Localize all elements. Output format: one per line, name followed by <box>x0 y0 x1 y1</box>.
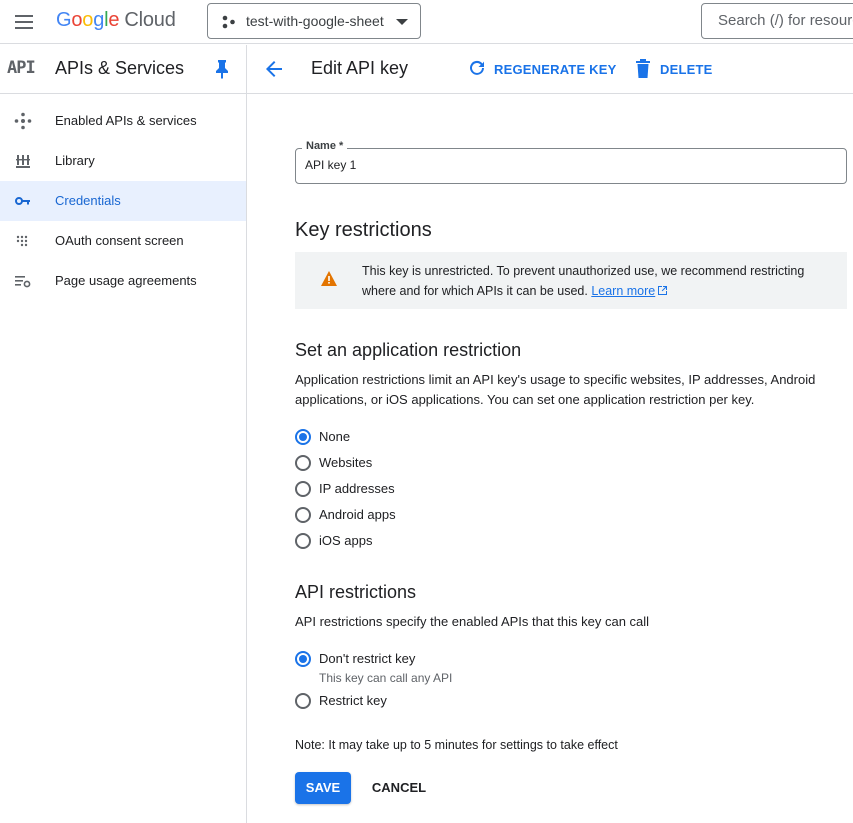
external-link-icon <box>658 286 668 295</box>
key-icon <box>15 197 30 205</box>
unrestricted-warning: This key is unrestricted. To prevent una… <box>295 252 847 309</box>
api-badge-icon: API <box>7 58 36 78</box>
app-restriction-heading: Set an application restriction <box>295 340 522 360</box>
sidebar-item-label: Enabled APIs & services <box>55 113 197 128</box>
consent-icon <box>16 235 28 247</box>
search-input[interactable] <box>718 12 853 29</box>
api-restrictions-description: API restrictions specify the enabled API… <box>295 614 650 629</box>
name-input[interactable] <box>305 158 825 172</box>
radio-button[interactable] <box>295 481 311 497</box>
settings-note: Note: It may take up to 5 minutes for se… <box>295 738 618 752</box>
sidebar-item-enabled-apis[interactable]: Enabled APIs & services <box>0 101 246 141</box>
sidebar-header: API APIs & Services <box>0 45 246 94</box>
page-header: Edit API key REGENERATE KEY DELETE <box>247 45 853 94</box>
key-restrictions-heading: Key restrictions <box>295 219 432 241</box>
radio-button[interactable] <box>295 651 311 667</box>
sidebar-item-page-usage[interactable]: Page usage agreements <box>0 261 246 301</box>
warning-text: This key is unrestricted. To prevent una… <box>362 264 805 298</box>
name-field-label: Name * <box>302 140 348 152</box>
radio-button[interactable] <box>295 455 311 471</box>
radio-button[interactable] <box>295 429 311 445</box>
api-restrictions-heading: API restrictions <box>295 582 417 602</box>
project-name: test-with-google-sheet <box>246 13 384 29</box>
trash-icon <box>636 59 650 78</box>
radio-button[interactable] <box>295 507 311 523</box>
sidebar: API APIs & Services Enabled APIs & servi… <box>0 45 247 823</box>
project-picker[interactable]: test-with-google-sheet <box>207 3 421 39</box>
pin-icon[interactable] <box>214 59 230 79</box>
save-button[interactable]: SAVE <box>295 772 351 804</box>
app-restriction-description: Application restrictions limit an API ke… <box>295 372 816 407</box>
library-icon <box>16 155 30 168</box>
radio-button[interactable] <box>295 693 311 709</box>
sidebar-item-label: Credentials <box>55 193 121 208</box>
name-field[interactable]: Name * <box>295 140 847 184</box>
warning-icon <box>321 271 337 286</box>
project-hub-icon <box>222 15 235 29</box>
delete-button[interactable]: DELETE <box>634 59 714 81</box>
page-title: Edit API key <box>311 58 409 78</box>
radio-helper-text: This key can call any API <box>319 671 453 685</box>
refresh-icon <box>470 60 484 75</box>
sidebar-item-oauth-consent[interactable]: OAuth consent screen <box>0 221 246 261</box>
sidebar-item-library[interactable]: Library <box>0 141 246 181</box>
radio-button[interactable] <box>295 533 311 549</box>
back-arrow-icon[interactable] <box>263 58 285 80</box>
sidebar-item-label: Page usage agreements <box>55 273 197 288</box>
sidebar-item-label: OAuth consent screen <box>55 233 184 248</box>
sidebar-item-credentials[interactable]: Credentials <box>0 181 246 221</box>
hamburger-menu-icon[interactable] <box>13 12 35 32</box>
sidebar-title: APIs & Services <box>55 58 185 78</box>
settings-list-icon <box>15 276 31 288</box>
top-app-bar: Google Cloud test-with-google-sheet <box>0 0 853 44</box>
chevron-down-icon <box>396 19 408 25</box>
cancel-button[interactable]: CANCEL <box>366 772 432 804</box>
search-box[interactable] <box>701 3 853 39</box>
google-cloud-logo[interactable]: Google Cloud <box>56 9 176 32</box>
regenerate-key-button[interactable]: REGENERATE KEY <box>468 59 616 81</box>
sidebar-item-label: Library <box>55 153 95 168</box>
learn-more-link[interactable]: Learn more <box>591 284 668 298</box>
hub-icon <box>14 112 32 130</box>
